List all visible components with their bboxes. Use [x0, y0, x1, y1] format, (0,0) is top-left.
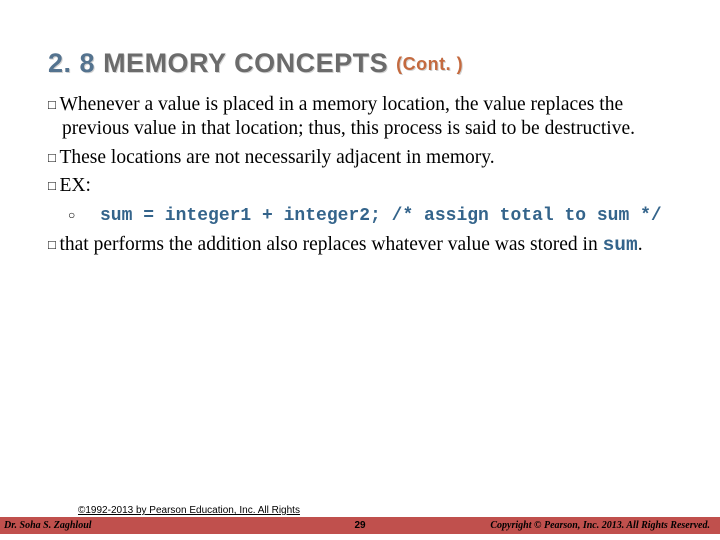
circle-bullet-icon: ○ — [86, 208, 100, 223]
square-bullet-icon: □ — [48, 178, 59, 193]
bullet-1-text-c: . — [630, 118, 635, 139]
bullet-item-2: □ These locations are not necessarily ad… — [62, 146, 672, 170]
bullet-2-text: These locations are not necessarily adja… — [59, 147, 494, 168]
bullet-item-1: □ Whenever a value is placed in a memory… — [62, 93, 672, 142]
square-bullet-icon: □ — [48, 150, 59, 165]
sub-bullet-code: ○sum = integer1 + integer2; /* assign to… — [104, 203, 672, 228]
slide-heading: 2. 8 MEMORY CONCEPTS (Cont. ) — [48, 48, 672, 79]
copyright-line: ©1992-2013 by Pearson Education, Inc. Al… — [78, 505, 300, 516]
heading-number: 2. 8 — [48, 48, 95, 78]
square-bullet-icon: □ — [48, 97, 59, 112]
bullet-item-3: □ EX: — [62, 174, 672, 198]
footer-page-number: 29 — [354, 520, 365, 531]
bullet-3-text: EX: — [59, 175, 90, 196]
code-line: sum = integer1 + integer2; /* assign tot… — [100, 206, 662, 226]
square-bullet-icon: □ — [48, 237, 59, 252]
footer-copyright: Copyright © Pearson, Inc. 2013. All Righ… — [490, 520, 720, 531]
bullet-item-4: □ that performs the addition also replac… — [62, 233, 672, 257]
heading-continued: (Cont. ) — [396, 54, 463, 74]
bullet-4-text-a: that performs the addition also replaces… — [59, 234, 602, 255]
bullet-1-text-a: Whenever a value is placed in a memory l… — [59, 94, 623, 139]
slide: 2. 8 MEMORY CONCEPTS (Cont. ) □ Whenever… — [0, 0, 720, 540]
slide-content: □ Whenever a value is placed in a memory… — [48, 93, 672, 257]
footer-bar: Dr. Soha S. Zaghloul 29 Copyright © Pear… — [0, 517, 720, 534]
heading-title: MEMORY CONCEPTS — [103, 48, 388, 78]
bullet-4-text-c: . — [638, 234, 643, 255]
bullet-4-code: sum — [603, 234, 638, 256]
bullet-1-destructive: destructive — [545, 118, 631, 139]
footer-author: Dr. Soha S. Zaghloul — [0, 520, 92, 531]
